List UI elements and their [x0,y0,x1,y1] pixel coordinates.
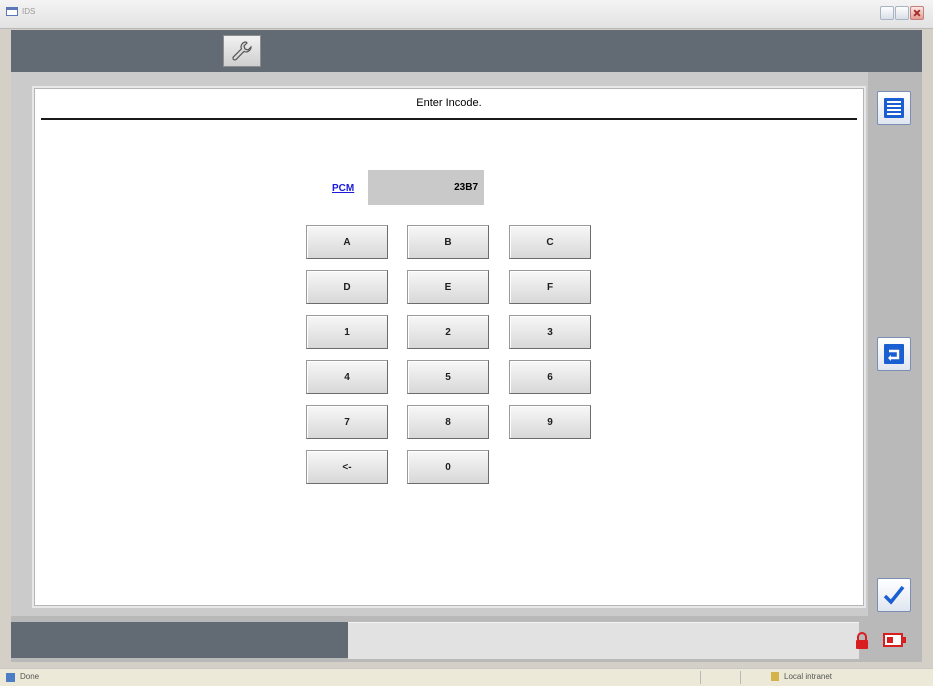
keypad-key[interactable]: 5 [407,360,489,394]
keypad-key[interactable]: E [407,270,489,304]
keypad-key[interactable]: A [306,225,388,259]
keypad-key[interactable]: D [306,270,388,304]
maximize-button[interactable] [895,6,909,20]
keypad-key[interactable]: F [509,270,591,304]
battery-icon [883,633,906,647]
keypad-key[interactable]: 7 [306,405,388,439]
keypad-key[interactable]: 4 [306,360,388,394]
minimize-button[interactable] [880,6,894,20]
module-link[interactable]: PCM [332,183,354,194]
bottom-bar-left [11,622,348,658]
keypad-key[interactable]: 2 [407,315,489,349]
bottom-status-area [348,622,859,659]
status-divider [740,671,741,684]
confirm-button[interactable] [877,578,911,612]
panel-title: Enter Incode. [416,97,482,109]
status-text: Done [20,672,40,681]
zone-text: Local intranet [784,672,833,681]
page-icon [6,673,15,682]
keypad-key[interactable]: 3 [509,315,591,349]
top-toolbar [11,30,922,72]
status-divider [700,671,701,684]
close-button[interactable] [910,6,924,20]
list-button[interactable] [877,91,911,125]
browser-status-bar: Done Local intranet [0,668,933,686]
keypad-key[interactable]: B [407,225,489,259]
checkmark-icon [883,585,905,605]
keypad-key[interactable]: 6 [509,360,591,394]
keypad-key[interactable]: <- [306,450,388,484]
incode-panel: Enter Incode. PCM 23B7 A B C D E F 1 2 3 4 5 6 7 8 9 <-… [32,86,866,608]
title-divider [41,118,857,120]
keypad-key[interactable]: 0 [407,450,489,484]
return-icon [884,344,904,364]
app-frame: Enter Incode. PCM 23B7 A B C D E F 1 2 3 4 5 6 7 8 9 <-… [11,30,922,662]
keypad-key[interactable]: 8 [407,405,489,439]
lock-icon [856,632,868,649]
incode-field[interactable]: 23B7 [368,170,484,205]
window-app-icon [6,7,18,16]
keypad-key[interactable]: C [509,225,591,259]
list-icon [884,98,904,118]
back-button[interactable] [877,337,911,371]
window-title: IDS [22,7,36,16]
security-icon [771,672,779,681]
window-titlebar: IDS [0,0,933,29]
keypad-key[interactable]: 1 [306,315,388,349]
toolbox-button[interactable] [223,35,261,67]
wrench-icon [232,41,252,61]
keypad-key[interactable]: 9 [509,405,591,439]
